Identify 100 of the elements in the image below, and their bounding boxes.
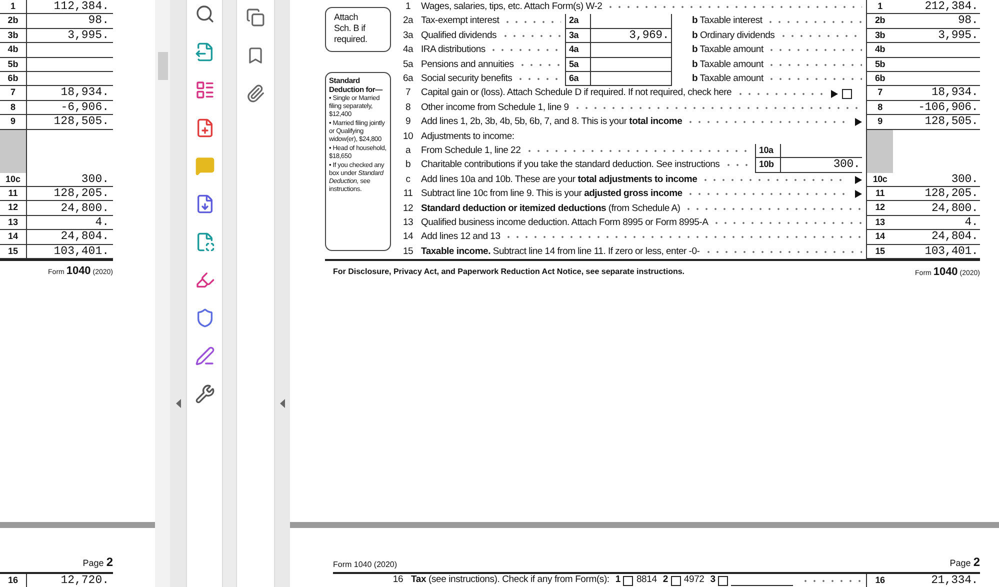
amount-cell[interactable]: 128,205. [893,187,980,202]
collapse-icon[interactable] [280,399,285,408]
zoom-icon[interactable] [194,4,214,24]
line-number-cell: 7 [0,86,27,101]
shield-icon[interactable] [194,308,214,328]
line-number: a [405,144,411,158]
line-number: c [406,172,410,187]
line-number: 15 [402,244,414,259]
line-number-cell: 1 [866,0,893,14]
line-label: Qualified dividends [421,28,497,43]
amount-cell[interactable]: 212,384. [893,0,980,14]
line-number-cell: 13 [866,216,893,230]
signature-icon[interactable] [194,346,214,366]
line-label: Tax-exempt interest [421,14,500,28]
line-number-cell: 6a [565,72,590,86]
shaded-cell [0,130,27,173]
line-number: 11 [403,187,413,202]
amount-cell[interactable]: 128,505. [893,115,980,130]
checkbox[interactable] [670,576,681,586]
amount-cell[interactable] [590,58,672,72]
line-number: 5a [402,58,414,72]
line-number-cell: 15 [0,244,27,260]
line-number: 14 [402,230,414,244]
amount-cell[interactable]: 24,804. [893,230,980,245]
amount-cell[interactable] [590,72,672,86]
amount-cell[interactable]: 12,720. [27,574,113,587]
line-number-cell: 12 [866,201,893,216]
amount-cell[interactable]: 98. [893,14,980,29]
attach-note: Attach Sch. B if required. [325,7,391,52]
pages-icon[interactable] [246,8,265,27]
amount-cell[interactable]: 3,969. [590,28,672,44]
line-label: Pensions and annuities [421,58,514,72]
amount-cell[interactable]: -106,906. [893,100,980,116]
line-number-cell: 11 [866,187,893,202]
line-number-cell: 16 [866,574,893,587]
line-number-cell: 10c [866,172,893,188]
line-label: Social security benefits [421,72,512,86]
amount-cell[interactable]: 103,401. [27,244,113,260]
line-number-cell: 7 [866,86,893,101]
amount-cell[interactable]: 128,505. [27,115,113,130]
line-number-cell: 10a [755,144,780,158]
amount-cell[interactable]: 112,384. [27,0,113,14]
line-number: 8 [405,100,411,115]
line-number: 6a [402,72,414,86]
paperclip-icon[interactable] [246,84,265,103]
line-number-cell: 8 [0,100,27,116]
line-number-cell: 5b [0,58,27,72]
line-number: 10 [402,130,414,144]
line-number: 1 [405,0,411,14]
amount-cell[interactable]: 98. [27,14,113,29]
line-label: b Taxable amount [692,58,764,72]
document-scan-icon[interactable] [194,232,214,252]
checkbox[interactable] [623,576,634,586]
option-number: 1 [615,573,620,587]
document-add-icon[interactable] [194,118,214,138]
line-number-cell: 1 [0,0,27,14]
collapse-icon[interactable] [176,399,180,408]
amount-cell[interactable]: 300. [27,172,113,188]
line-label: Adjustments to income: [421,130,514,142]
amount-cell[interactable]: 24,800. [893,201,980,216]
checkbox[interactable] [718,576,728,586]
amount-cell[interactable]: -6,906. [27,100,113,116]
amount-cell[interactable]: 3,995. [27,28,113,44]
amount-cell[interactable]: 3,995. [893,28,980,44]
notice-text: For Disclosure, Privacy Act, and Paperwork Reduction Act Notice, see separate instructions. [333,266,685,278]
page-number: Page 2 [950,554,980,571]
document-download-icon[interactable] [194,194,214,214]
line-label: b Ordinary dividends [692,28,775,43]
amount-cell[interactable]: 300. [893,172,980,188]
amount-cell[interactable]: 21,334. [893,574,980,587]
line-number-cell: 4b [866,43,893,58]
checkbox[interactable] [842,88,852,99]
line-number: 3a [402,28,414,43]
amount-cell[interactable]: 24,804. [27,230,113,245]
amount-cell[interactable]: 24,800. [27,201,113,216]
amount-cell[interactable]: 4. [893,216,980,230]
line-number: 12 [402,202,414,216]
highlighter-icon[interactable] [194,270,214,290]
line-label: Add lines 12 and 13 [421,230,500,244]
scrollbar-thumb[interactable] [158,52,168,80]
line-label: From Schedule 1, line 22 [421,144,521,158]
amount-cell[interactable]: 300. [780,158,862,173]
page-number: Page 2 [82,554,113,571]
wrench-icon[interactable] [194,384,214,404]
amount-cell[interactable] [780,144,862,158]
amount-cell[interactable]: 18,934. [27,86,113,101]
amount-cell[interactable]: 103,401. [893,244,980,260]
amount-cell[interactable]: 128,205. [27,187,113,202]
line-number-cell: 11 [0,187,27,202]
amount-cell[interactable] [590,43,672,58]
amount-cell[interactable]: 18,934. [893,86,980,101]
layout-icon[interactable] [194,80,214,100]
line-number-cell: 14 [866,230,893,245]
amount-cell[interactable] [590,14,672,29]
bookmark-icon[interactable] [246,46,265,65]
line-number-cell: 2b [0,14,27,29]
line-number-cell: 13 [0,216,27,230]
document-export-icon[interactable] [194,42,214,62]
line-label: b Taxable interest [692,14,762,28]
amount-cell[interactable]: 4. [27,216,113,230]
